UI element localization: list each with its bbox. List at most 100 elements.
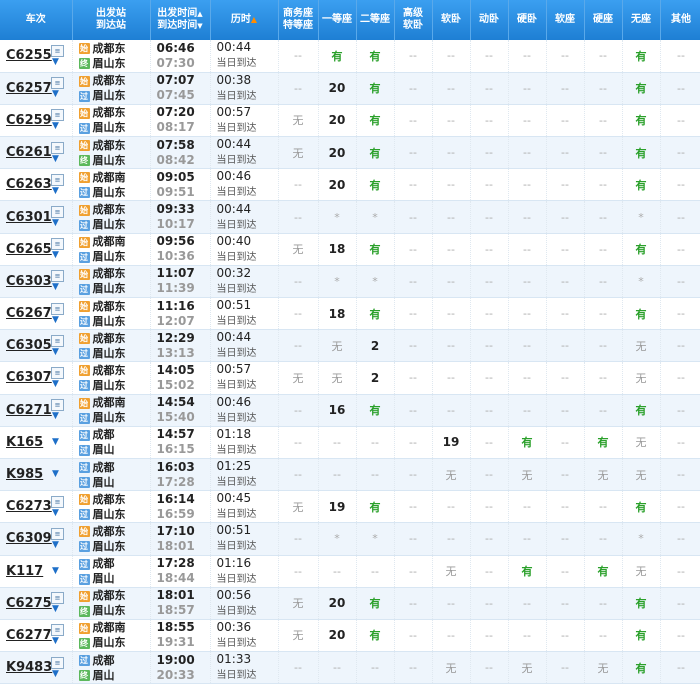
train-info-icon[interactable]: ≡ xyxy=(51,206,64,219)
train-info-icon[interactable]: ≡ xyxy=(51,270,64,283)
chevron-down-icon[interactable]: ▼ xyxy=(52,90,66,99)
train-info-icon[interactable]: ≡ xyxy=(51,141,64,154)
seat-hard-seat: -- xyxy=(584,40,623,73)
chevron-down-icon[interactable]: ▼ xyxy=(52,347,66,357)
train-number-link[interactable]: C6261 xyxy=(6,145,52,160)
train-number-link[interactable]: C6255 xyxy=(6,48,52,63)
train-number-link[interactable]: C6265 xyxy=(6,242,52,257)
table-row[interactable]: C6267 ≡ ▼ 始成都东过眉山东 11:16 12:07 00:51 当日到达 -- 18 有 -… xyxy=(0,297,700,331)
train-number-link[interactable]: K165 xyxy=(6,435,50,450)
seat-other: -- xyxy=(660,233,700,266)
seat-availability: 有 xyxy=(369,49,381,63)
times-cell: 09:05 09:51 xyxy=(150,168,211,202)
train-info-icon[interactable]: ≡ xyxy=(51,366,64,379)
chevron-down-icon[interactable]: ▼ xyxy=(52,605,66,614)
train-info-icon[interactable]: ≡ xyxy=(51,109,64,122)
arrival-day: 当日到达 xyxy=(216,670,257,682)
chevron-down-icon[interactable]: ▼ xyxy=(52,154,66,164)
chevron-down-icon[interactable]: ▼ xyxy=(52,540,66,550)
table-row[interactable]: C6263 ≡ ▼ 始成都南过眉山东 09:05 09:51 00:46 当日到达 -- 20 有 -… xyxy=(0,168,700,202)
train-info-icon[interactable]: ≡ xyxy=(51,302,64,315)
header-duration[interactable]: 历时▲ xyxy=(210,0,279,40)
station-type-badge: 终 xyxy=(78,58,90,70)
train-info-icon[interactable]: ≡ xyxy=(51,77,64,90)
train-info-icon[interactable]: ≡ xyxy=(51,656,64,669)
table-row[interactable]: C6259 ≡ ▼ 始成都东过眉山东 07:20 08:17 00:57 当日到达无 20 有 --… xyxy=(0,104,700,138)
chevron-down-icon[interactable]: ▼ xyxy=(52,566,66,576)
chevron-down-icon[interactable]: ▼ xyxy=(52,251,66,260)
seat-availability: -- xyxy=(677,532,685,546)
train-number-link[interactable]: C6263 xyxy=(6,177,52,192)
train-number-link[interactable]: C6271 xyxy=(6,403,52,418)
table-row[interactable]: C6301 ≡ ▼ 始成都东过眉山东 09:33 10:17 00:44 当日到达 -- * * --… xyxy=(0,200,700,234)
table-row[interactable]: C6261 ≡ ▼ 始成都东终眉山东 07:58 08:42 00:44 当日到达无 20 有 --… xyxy=(0,136,700,170)
train-info-icon[interactable]: ≡ xyxy=(51,173,64,186)
train-info-icon[interactable]: ≡ xyxy=(51,399,64,412)
table-row[interactable]: C6273 ≡ ▼ 始成都东过眉山东 16:14 16:59 00:45 当日到达无 19 有 --… xyxy=(0,490,700,524)
train-number-link[interactable]: C6277 xyxy=(6,628,52,643)
train-info-icon[interactable]: ≡ xyxy=(51,238,64,251)
train-number-link[interactable]: C6305 xyxy=(6,338,52,353)
chevron-down-icon[interactable]: ▼ xyxy=(52,57,66,67)
train-number-link[interactable]: C6303 xyxy=(6,274,52,289)
station-type-badge: 终 xyxy=(78,605,90,617)
table-row[interactable]: K165 ▼ 过成都过眉山 14:57 16:15 01:18 当日到达 -- -- -- -- 19… xyxy=(0,426,700,459)
table-row[interactable]: C6275 ≡ ▼ 始成都东终眉山东 18:01 18:57 00:56 当日到达无 20 有 --… xyxy=(0,587,700,620)
sort-up-icon[interactable]: ▲ xyxy=(251,15,257,24)
sort-asc-icon[interactable]: ▲ xyxy=(197,10,202,18)
table-row[interactable]: C6271 ≡ ▼ 始成都南过眉山东 14:54 15:40 00:46 当日到达 -- 16 有 -… xyxy=(0,394,700,427)
table-row[interactable]: C6265 ≡ ▼ 始成都南过眉山东 09:56 10:36 00:40 当日到达无 18 有 --… xyxy=(0,233,700,266)
chevron-down-icon[interactable]: ▼ xyxy=(52,508,66,518)
train-number-link[interactable]: C6275 xyxy=(6,596,52,611)
seat-hard-sleeper: -- xyxy=(508,297,547,331)
chevron-down-icon[interactable]: ▼ xyxy=(52,637,66,646)
chevron-down-icon[interactable]: ▼ xyxy=(52,122,66,131)
chevron-down-icon[interactable]: ▼ xyxy=(52,379,66,389)
table-row[interactable]: C6305 ≡ ▼ 始成都东过眉山东 12:29 13:13 00:44 当日到达 -- 无 2 --… xyxy=(0,329,700,363)
train-number-link[interactable]: C6259 xyxy=(6,113,52,128)
header-times[interactable]: 出发时间▲ 到达时间▼ xyxy=(150,0,211,40)
train-info-icon[interactable]: ≡ xyxy=(51,624,64,637)
table-row[interactable]: C6255 ≡ ▼ 始成都东终眉山东 06:46 07:30 00:44 当日到达 -- 有有 --… xyxy=(0,40,700,73)
arrival-day: 当日到达 xyxy=(216,541,257,553)
train-number-link[interactable]: C6267 xyxy=(6,306,52,321)
times-cell: 14:05 15:02 xyxy=(150,361,211,395)
chevron-down-icon[interactable]: ▼ xyxy=(52,412,66,421)
chevron-down-icon[interactable]: ▼ xyxy=(52,283,66,292)
table-row[interactable]: C6309 ≡ ▼ 始成都东过眉山东 17:10 18:01 00:51 当日到达 -- * * --… xyxy=(0,522,700,556)
seat-availability: -- xyxy=(485,146,493,160)
train-number-link[interactable]: K985 xyxy=(6,467,50,482)
train-info-icon[interactable]: ≡ xyxy=(51,592,64,605)
table-row[interactable]: K985 ▼ 过成都过眉山 16:03 17:28 01:25 当日到达 -- -- -- -- 无 -… xyxy=(0,458,700,492)
header-train[interactable]: 车次 xyxy=(0,0,73,40)
table-row[interactable]: C6307 ≡ ▼ 始成都东过眉山东 14:05 15:02 00:57 当日到达无无 2 -- -… xyxy=(0,361,700,395)
table-row[interactable]: C6303 ≡ ▼ 始成都东过眉山东 11:07 11:39 00:32 当日到达 -- * * --… xyxy=(0,265,700,299)
train-number-link[interactable]: K117 xyxy=(6,564,50,579)
train-number-link[interactable]: C6273 xyxy=(6,499,52,514)
chevron-down-icon[interactable]: ▼ xyxy=(52,186,66,196)
train-info-icon[interactable]: ≡ xyxy=(51,44,64,57)
seat-no-seat: 有 xyxy=(622,168,661,202)
table-row[interactable]: K9483 ≡ ▼ 过成都终眉山 19:00 20:33 01:33 当日到达 -- -- -- --… xyxy=(0,651,700,685)
table-row[interactable]: C6257 ≡ ▼ 始成都东过眉山东 07:07 07:45 00:38 当日到达 -- 20 有 -… xyxy=(0,72,700,105)
train-number-link[interactable]: C6309 xyxy=(6,531,52,546)
chevron-down-icon[interactable]: ▼ xyxy=(52,315,66,325)
train-number-link[interactable]: K9483 xyxy=(6,660,52,675)
train-info-icon[interactable]: ≡ xyxy=(51,495,64,508)
chevron-down-icon[interactable]: ▼ xyxy=(52,669,66,679)
chevron-down-icon[interactable]: ▼ xyxy=(52,437,66,447)
seat-availability: 有 xyxy=(369,404,381,418)
chevron-down-icon[interactable]: ▼ xyxy=(52,219,66,228)
seat-first-class: 20 xyxy=(318,72,357,105)
table-row[interactable]: C6277 ≡ ▼ 始成都南终眉山东 18:55 19:31 00:36 当日到达无 20 有 --… xyxy=(0,619,700,653)
train-number-link[interactable]: C6307 xyxy=(6,370,52,385)
train-number-link[interactable]: C6301 xyxy=(6,210,52,225)
header-stations[interactable]: 出发站 到达站 xyxy=(72,0,151,40)
train-number-link[interactable]: C6257 xyxy=(6,81,52,96)
train-info-icon[interactable]: ≡ xyxy=(51,334,64,347)
chevron-down-icon[interactable]: ▼ xyxy=(52,470,66,479)
train-info-icon[interactable]: ≡ xyxy=(51,527,64,540)
table-row[interactable]: K117 ▼ 过成都过眉山 17:28 18:44 01:16 当日到达 -- -- -- -- 无 -… xyxy=(0,555,700,588)
sort-desc-icon[interactable]: ▼ xyxy=(197,22,202,30)
seat-availability: -- xyxy=(677,468,685,482)
